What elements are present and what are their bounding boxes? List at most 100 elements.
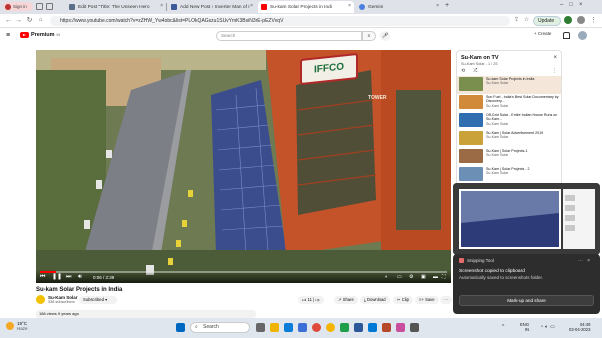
notification-heading: Screenshot copied to clipboard xyxy=(459,269,525,274)
extensions-icon[interactable] xyxy=(577,16,585,24)
clock-date: 02-04-2023 xyxy=(569,327,591,332)
app-taskbar-icon[interactable] xyxy=(410,323,419,332)
playlist-item[interactable]: Su-kam Solar Projects in India Su-Kam Sol… xyxy=(457,76,561,94)
hamburger-menu-icon[interactable]: ≡ xyxy=(6,32,10,39)
weather-widget[interactable]: 19°C Haze xyxy=(6,321,28,331)
markup-share-button[interactable]: Mark-up and share xyxy=(459,295,594,306)
task-view-icon[interactable] xyxy=(256,323,265,332)
tab-search-icon[interactable] xyxy=(36,3,43,10)
back-icon[interactable]: ← xyxy=(4,16,13,25)
excel-icon[interactable] xyxy=(340,323,349,332)
share-page-icon[interactable]: ⇪ xyxy=(512,16,521,25)
tab-group-icon[interactable] xyxy=(46,3,53,10)
chrome-icon[interactable] xyxy=(312,323,321,332)
screenshot-preview[interactable] xyxy=(453,183,600,255)
snipping-tool-notification[interactable]: Snipping Tool ⋯× Screenshot copied to cl… xyxy=(453,254,600,314)
tab-close-icon[interactable]: × xyxy=(250,3,253,9)
loop-icon[interactable]: ⟲ xyxy=(461,68,465,74)
forward-icon[interactable]: → xyxy=(14,16,23,25)
playlist-panel: Su-Kam on TV Su-Kam Solar - 1 / 25 × ⟲ ⤮… xyxy=(456,50,562,188)
tab-edit-post[interactable]: Edit Post "Title: The Unseen Hero × xyxy=(66,1,166,13)
video-progress-bar[interactable] xyxy=(40,271,447,273)
show-hidden-icons[interactable]: ^ xyxy=(502,324,504,330)
youtube-favicon-icon xyxy=(261,4,267,10)
profile-avatar-icon[interactable] xyxy=(564,16,572,24)
tab-close-icon[interactable]: × xyxy=(348,3,351,9)
snipping-tool-taskbar-icon[interactable] xyxy=(396,323,405,332)
clock[interactable]: 04:49 02-04-2023 xyxy=(569,322,590,332)
notification-app-name: Snipping Tool xyxy=(467,258,494,263)
next-icon[interactable]: ⏭ xyxy=(66,274,71,281)
start-windows-icon[interactable] xyxy=(176,323,185,332)
play-pause-icon[interactable]: ❚❚ xyxy=(52,274,62,281)
shuffle-icon[interactable]: ⤮ xyxy=(473,68,477,74)
profile-button[interactable]: Sign in xyxy=(3,2,33,11)
volume-icon[interactable]: 🔊︎ xyxy=(78,274,82,281)
clip-button[interactable]: ✂ Clip xyxy=(393,296,413,304)
search-input[interactable]: Search xyxy=(216,31,362,41)
share-button[interactable]: ↗ Share xyxy=(334,296,358,304)
playlist-item-channel: Su-Kam Solar xyxy=(486,121,509,126)
download-button[interactable]: ⤓ Download xyxy=(360,296,390,304)
tab-gemini[interactable]: Gemini × xyxy=(356,1,442,13)
bookmark-star-icon[interactable]: ☆ xyxy=(522,16,531,25)
language-indicator[interactable]: ENG IN xyxy=(520,322,529,332)
snipping-tool-icon xyxy=(459,258,464,263)
previous-icon[interactable]: ⏮ xyxy=(40,274,45,281)
save-button[interactable]: ≡+ Save xyxy=(415,296,439,304)
settings-gear-icon[interactable]: ⚙ xyxy=(409,274,413,281)
autoplay-toggle-icon[interactable]: ◐ xyxy=(385,274,388,281)
wordpress-favicon-icon xyxy=(69,4,75,10)
update-button[interactable]: Update xyxy=(533,16,561,26)
more-actions-button[interactable]: ··· xyxy=(440,296,453,304)
subscribed-button[interactable]: Subscribed ▾ xyxy=(79,296,117,304)
network-volume-battery-icons[interactable]: ◔🔈︎▭ xyxy=(540,324,557,330)
notifications-bell-icon[interactable] xyxy=(563,32,570,39)
miniplayer-icon[interactable]: ▣ xyxy=(421,274,426,281)
theater-mode-icon[interactable]: ▬ xyxy=(433,274,438,281)
chrome-canary-icon[interactable] xyxy=(326,323,335,332)
channel-avatar[interactable] xyxy=(36,295,45,304)
powerpoint-icon[interactable] xyxy=(382,323,391,332)
outlook-icon[interactable] xyxy=(368,323,377,332)
store-icon[interactable] xyxy=(298,323,307,332)
tab-close-icon[interactable]: × xyxy=(160,3,163,9)
playlist-item[interactable]: Su-Kam | Solar Advertisement 2019 Su-Kam … xyxy=(457,130,561,148)
video-player[interactable] xyxy=(36,50,451,283)
like-button[interactable]: 👍︎ 11 | 👎︎ xyxy=(298,296,324,304)
playlist-item[interactable]: Sun Fuel - India's Best Solar Documentar… xyxy=(457,94,561,112)
fullscreen-icon[interactable]: ⛶ xyxy=(442,274,446,281)
notification-body: Automatically saved to screenshots folde… xyxy=(459,275,544,280)
account-avatar[interactable] xyxy=(578,31,587,40)
edge-browser-icon[interactable] xyxy=(284,323,293,332)
tab-close-icon[interactable]: × xyxy=(436,3,439,9)
taskbar-search[interactable]: ⌕ Search xyxy=(190,322,250,333)
word-icon[interactable] xyxy=(354,323,363,332)
home-icon[interactable]: ⌂ xyxy=(36,16,45,25)
share-label: Share xyxy=(342,297,354,302)
create-button[interactable]: + Create xyxy=(534,31,551,36)
window-controls[interactable]: –□× xyxy=(560,2,588,8)
tab-add-new-post[interactable]: Add New Post ‹ Inverter Man of I × xyxy=(168,1,256,13)
tab-youtube-active[interactable]: Su-kam Solar Projects in Indi × xyxy=(258,1,354,13)
notification-controls[interactable]: ⋯× xyxy=(578,258,594,264)
playlist-item[interactable]: Su-Kam | Solar Projects-1 Su-Kam Solar xyxy=(457,148,561,166)
youtube-logo[interactable]: Premium IN xyxy=(20,32,60,38)
subscribed-label: Subscribed xyxy=(83,297,104,302)
chrome-menu-icon[interactable]: ⋮ xyxy=(589,16,598,25)
file-explorer-icon[interactable] xyxy=(270,323,279,332)
microphone-icon[interactable]: 🎤︎ xyxy=(380,31,390,41)
playlist-item-channel: Su-Kam Solar xyxy=(486,171,509,176)
subtitles-icon[interactable]: ▭ xyxy=(397,274,402,281)
video-frame-aerial-solar-campus xyxy=(36,50,451,283)
playlist-item[interactable]: Su-Kam | Solar Projects - 2 Su-Kam Solar xyxy=(457,166,561,184)
playlist-item-title: Sun Fuel - India's Best Solar Documentar… xyxy=(486,95,559,104)
url-input[interactable]: https://www.youtube.com/watch?v=zZHW_Yw4… xyxy=(50,16,510,26)
playlist-item[interactable]: Off-Grid Solar - Entire Indian House Run… xyxy=(457,112,561,130)
reload-icon[interactable]: ↻ xyxy=(25,16,34,25)
playlist-more-icon[interactable]: ⋮ xyxy=(552,68,557,74)
tab-title: Gemini xyxy=(368,4,384,10)
search-icon[interactable]: ⌕ xyxy=(362,31,376,41)
playlist-close-icon[interactable]: × xyxy=(553,55,557,61)
new-tab-button[interactable]: + xyxy=(445,2,449,9)
